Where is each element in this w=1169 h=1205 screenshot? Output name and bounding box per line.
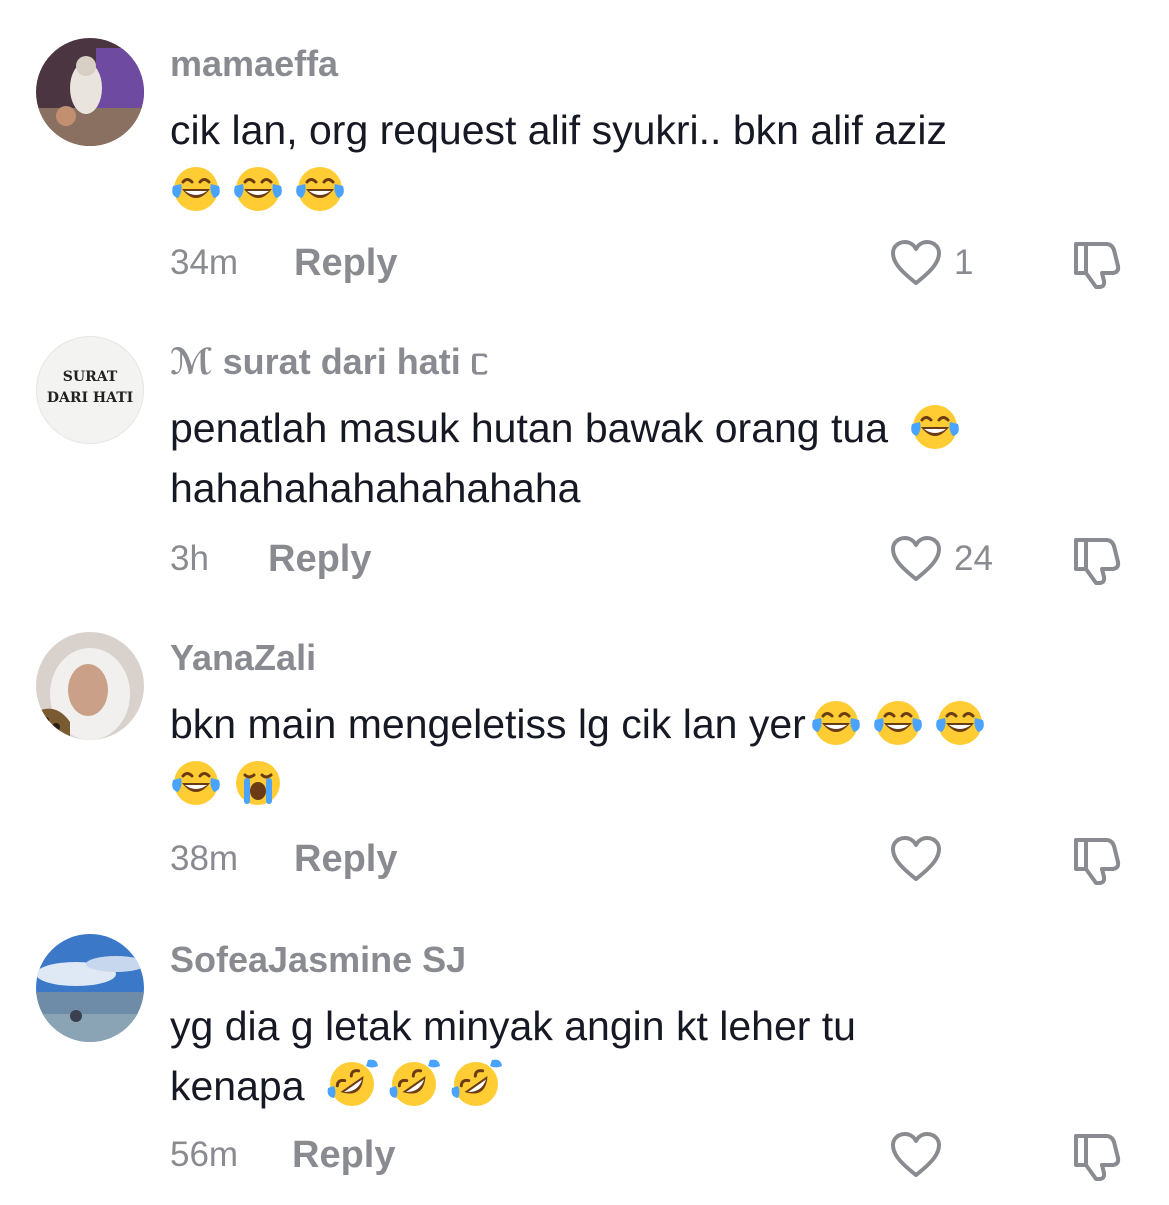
avatar-photo (36, 934, 144, 1042)
heart-outline-icon (890, 239, 942, 287)
joy-emoji-icon (232, 162, 284, 214)
avatar[interactable] (36, 38, 144, 146)
avatar-photo (36, 38, 144, 146)
sob-emoji-icon (232, 756, 284, 808)
username-text: surat dari hati (222, 341, 461, 382)
comment-text-content: penatlah masuk hutan bawak orang tua (170, 405, 889, 451)
heart-outline-icon (890, 1131, 942, 1179)
rofl-emoji-icon (326, 1058, 378, 1110)
like-button[interactable] (890, 1130, 954, 1180)
comment-text: yg dia g letak minyak angin kt leher tu … (170, 996, 1130, 1116)
like-count: 1 (954, 243, 974, 282)
like-button[interactable]: 1 (890, 238, 973, 288)
username[interactable]: mamaeffa (170, 42, 338, 86)
comment-meta: 38m Reply (170, 834, 1130, 884)
username[interactable]: ℳ surat dari hati ᥴ (170, 340, 489, 384)
decor-prefix: ℳ (170, 341, 213, 382)
comment-text-line2: kenapa (170, 1063, 305, 1109)
reply-button[interactable]: Reply (294, 238, 397, 288)
avatar[interactable] (36, 632, 144, 740)
avatar-text-line: DARI HATI (46, 390, 134, 406)
rofl-emoji-icon (450, 1058, 502, 1110)
thumbs-down-icon[interactable] (1070, 238, 1122, 290)
comment-item: YanaZali bkn main mengeletiss lg cik lan… (0, 632, 1169, 902)
rofl-emoji-icon (388, 1058, 440, 1110)
avatar-text-line: SURAT (62, 369, 118, 385)
username[interactable]: YanaZali (170, 636, 316, 680)
reply-button[interactable]: Reply (268, 534, 371, 584)
thumbs-down-icon[interactable] (1070, 834, 1122, 886)
heart-outline-icon (890, 835, 942, 883)
reply-button[interactable]: Reply (294, 834, 397, 884)
comment-item: SofeaJasmine SJ yg dia g letak minyak an… (0, 934, 1169, 1194)
avatar[interactable]: SURAT DARI HATI (36, 336, 144, 444)
like-button[interactable] (890, 834, 954, 884)
comment-text-line2: hahahahahahahahaha (170, 465, 581, 511)
comment-text: penatlah masuk hutan bawak orang tua hah… (170, 398, 1130, 518)
timestamp: 56m (170, 1135, 239, 1174)
comment-text: bkn main mengeletiss lg cik lan yer (170, 694, 1130, 814)
joy-emoji-icon (810, 696, 862, 748)
comment-meta: 56m Reply (170, 1130, 1130, 1180)
joy-emoji-icon (909, 400, 961, 452)
thumbs-down-icon[interactable] (1070, 1130, 1122, 1182)
comment-item: mamaeffa cik lan, org request alif syukr… (0, 38, 1169, 298)
reply-button[interactable]: Reply (292, 1130, 395, 1180)
timestamp: 3h (170, 539, 209, 578)
comment-meta: 34m Reply 1 (170, 238, 1130, 288)
comment-text-content: cik lan, org request alif syukri.. bkn a… (170, 107, 948, 153)
avatar[interactable] (36, 934, 144, 1042)
comment-meta: 3h Reply 24 (170, 534, 1130, 584)
thumbs-down-icon[interactable] (1070, 534, 1122, 586)
comment-text-content: yg dia g letak minyak angin kt leher tu (170, 1003, 856, 1049)
comment-text-content: bkn main mengeletiss lg cik lan yer (170, 701, 806, 747)
avatar-photo (36, 632, 144, 740)
comment-item: SURAT DARI HATI ℳ surat dari hati ᥴ pena… (0, 336, 1169, 596)
like-button[interactable]: 24 (890, 534, 993, 584)
username[interactable]: SofeaJasmine SJ (170, 938, 466, 982)
heart-outline-icon (890, 535, 942, 583)
comment-text: cik lan, org request alif syukri.. bkn a… (170, 100, 1130, 220)
timestamp: 34m (170, 243, 239, 282)
joy-emoji-icon (170, 162, 222, 214)
joy-emoji-icon (294, 162, 346, 214)
decor-suffix: ᥴ (470, 341, 489, 382)
joy-emoji-icon (934, 696, 986, 748)
joy-emoji-icon (872, 696, 924, 748)
joy-emoji-icon (170, 756, 222, 808)
timestamp: 38m (170, 839, 239, 878)
like-count: 24 (954, 539, 993, 578)
avatar-text: SURAT DARI HATI (37, 367, 143, 409)
